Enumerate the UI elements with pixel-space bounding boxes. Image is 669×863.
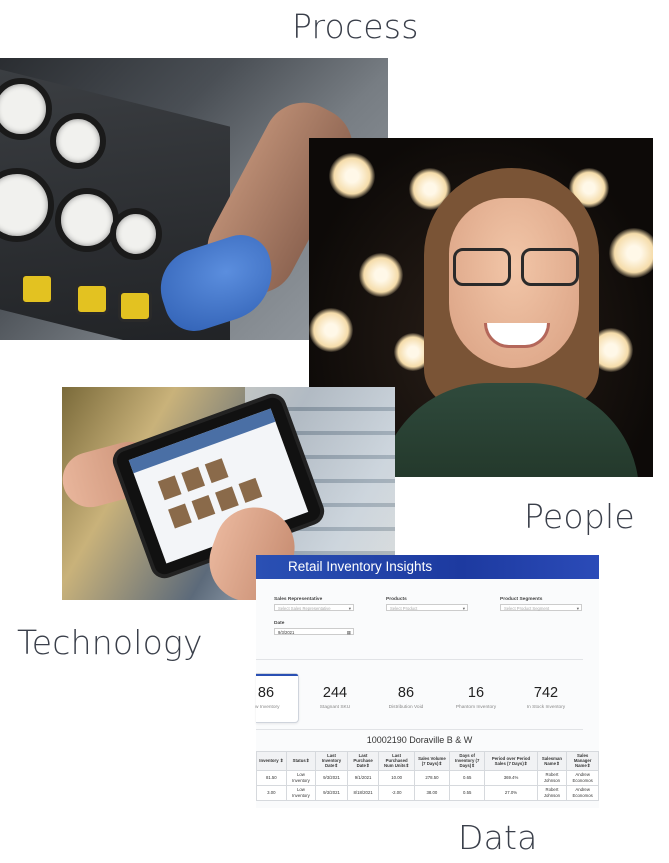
kpi-value: 742 <box>533 685 559 701</box>
kpi-value: 86 <box>257 685 275 701</box>
chevron-down-icon: ▾ <box>462 606 465 611</box>
people-label: People <box>524 497 635 536</box>
table-cell: 369.4% <box>484 769 538 786</box>
table-header-row: Inventory ⇕ Status⇕ Last Inventory Date⇕… <box>256 751 599 771</box>
kpi-label: Phantom Inventory <box>455 705 497 710</box>
bokeh-light <box>309 308 353 352</box>
kpi-label: w Inventory <box>255 705 280 710</box>
table-cell: 278.50 <box>413 769 451 786</box>
table-row: 3.00 Low Inventory 9/3/2021 8/18/2021 -2… <box>256 784 599 801</box>
kpi-low-inventory[interactable]: 86 w Inventory <box>235 685 297 710</box>
kpi-stagnant-sku[interactable]: 244 Stagnant SKU <box>304 685 366 710</box>
table-row: 81.50 Low Inventory 9/3/2021 9/1/2021 10… <box>256 769 599 786</box>
bokeh-light <box>609 228 653 278</box>
store-title: 10002190 Doraville B & W <box>366 735 473 745</box>
column-header[interactable]: Last Purchase Date⇕ <box>346 751 380 771</box>
inventory-dashboard: Retail Inventory Insights Sales Represen… <box>255 555 599 808</box>
dashboard-title: Retail Inventory Insights <box>256 555 599 579</box>
kpi-label: Distribution Void <box>388 705 424 710</box>
sales-rep-select[interactable]: Select Sales Representative ▾ <box>274 604 354 611</box>
calendar-icon: ▦ <box>346 630 351 635</box>
inventory-table: Inventory ⇕ Status⇕ Last Inventory Date⇕… <box>256 751 599 801</box>
kpi-value: 244 <box>322 685 348 701</box>
bokeh-light <box>359 253 403 297</box>
segments-label: Product Segments <box>500 597 543 602</box>
column-header[interactable]: Days of Inventory (7 Days)⇕ <box>448 751 486 771</box>
chevron-down-icon: ▾ <box>348 606 351 611</box>
products-select[interactable]: Select Product ▾ <box>386 604 468 611</box>
date-label: Date <box>274 621 285 626</box>
table-cell: Robert Johnson <box>536 769 568 786</box>
gauge-icon <box>55 188 119 252</box>
table-cell: 3.00 <box>256 784 287 801</box>
kpi-value: 86 <box>397 685 415 701</box>
gauge-icon <box>50 113 106 169</box>
column-header[interactable]: Sales Manager Name⇕ <box>566 751 599 771</box>
knob-icon <box>20 273 54 305</box>
kpi-label: In Stock Inventory <box>526 705 566 710</box>
table-cell: Low Inventory <box>285 769 317 786</box>
segments-select[interactable]: Select Product Segment ▾ <box>500 604 582 611</box>
gauge-icon <box>110 208 162 260</box>
column-header[interactable]: Period over Period Sales (7 Days)⇕ <box>484 751 538 771</box>
technology-label: Technology <box>17 623 203 662</box>
table-cell: -2.00 <box>378 784 415 801</box>
kpi-value: 16 <box>467 685 485 701</box>
table-cell: 38.00 <box>413 784 451 801</box>
products-label: Products <box>386 597 407 602</box>
date-value: 9/3/2021 <box>278 630 295 635</box>
table-cell: Andrew Economos <box>566 769 599 786</box>
table-cell: 8/18/2021 <box>346 784 380 801</box>
table-cell: Low Inventory <box>285 784 317 801</box>
table-cell: Andrew Economos <box>566 784 599 801</box>
column-header[interactable]: Status⇕ <box>285 751 317 771</box>
chevron-down-icon: ▾ <box>576 606 579 611</box>
date-input[interactable]: 9/3/2021 ▦ <box>274 628 354 635</box>
column-header[interactable]: Last Inventory Date⇕ <box>315 751 348 771</box>
table-cell: 9/1/2021 <box>346 769 380 786</box>
table-cell: 0.55 <box>448 784 486 801</box>
column-header[interactable]: Last Purchased Num Units⇕ <box>378 751 415 771</box>
kpi-phantom-inventory[interactable]: 16 Phantom Inventory <box>445 685 507 710</box>
divider <box>256 659 583 660</box>
table-cell: 27.0% <box>484 784 538 801</box>
column-header[interactable]: Salesman Name⇕ <box>536 751 568 771</box>
kpi-distribution-void[interactable]: 86 Distribution Void <box>375 685 437 710</box>
table-cell: 9/3/2021 <box>315 769 348 786</box>
table-cell: 81.50 <box>256 769 287 786</box>
glasses-icon <box>449 248 579 286</box>
knob-icon <box>75 283 109 315</box>
kpi-label: Stagnant SKU <box>319 705 351 710</box>
sales-rep-label: Sales Representative <box>274 597 323 602</box>
column-header[interactable]: Inventory ⇕ <box>256 751 287 771</box>
table-cell: 10.00 <box>378 769 415 786</box>
segments-placeholder: Select Product Segment <box>504 606 550 611</box>
process-label: Process <box>292 7 419 46</box>
divider <box>256 729 583 730</box>
table-cell: 0.65 <box>448 769 486 786</box>
bokeh-light <box>329 153 375 199</box>
products-placeholder: Select Product <box>390 606 418 611</box>
sales-rep-placeholder: Select Sales Representative <box>278 606 331 611</box>
knob-icon <box>118 290 152 322</box>
data-label: Data <box>458 818 538 857</box>
green-sweater <box>379 383 639 477</box>
column-header[interactable]: Sales Volume (7 Days)⇕ <box>413 751 451 771</box>
kpi-in-stock-inventory[interactable]: 742 In Stock Inventory <box>515 685 577 710</box>
table-cell: Robert Johnson <box>536 784 568 801</box>
table-cell: 9/3/2021 <box>315 784 348 801</box>
